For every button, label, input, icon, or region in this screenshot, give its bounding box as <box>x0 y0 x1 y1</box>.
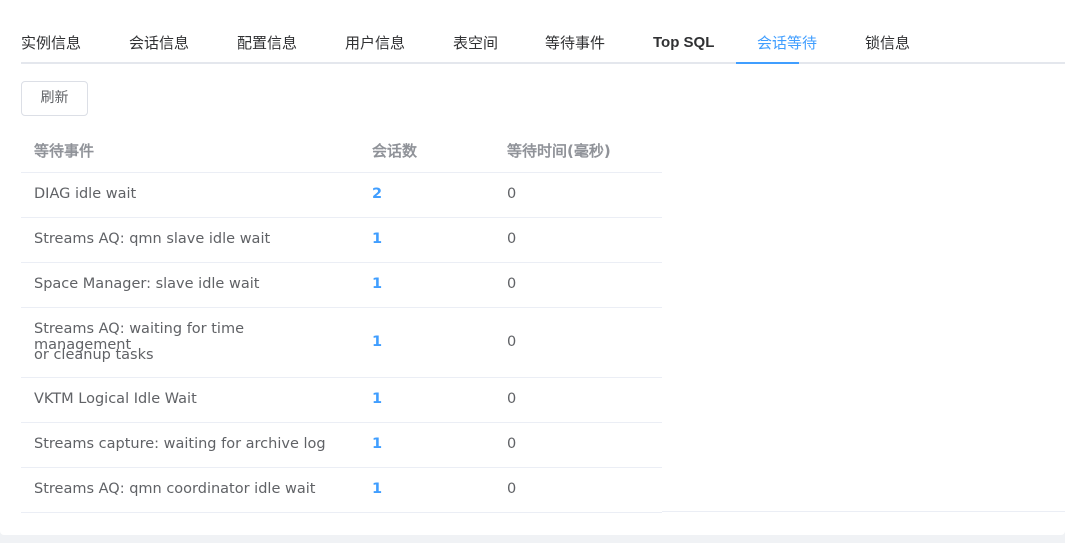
tab-top-sql[interactable]: Top SQL <box>653 24 714 64</box>
tab-lock-info[interactable]: 锁信息 <box>865 24 910 64</box>
table-row: DIAG idle wait 2 0 <box>21 173 662 218</box>
table-row: Streams AQ: qmn coordinator idle wait 1 … <box>21 468 662 513</box>
wait-time: 0 <box>507 436 517 452</box>
session-count-link[interactable]: 2 <box>372 186 382 202</box>
column-header-sessions: 会话数 <box>372 142 418 160</box>
wait-time: 0 <box>507 276 517 292</box>
tab-user-info[interactable]: 用户信息 <box>345 24 405 64</box>
table-row: Streams AQ: waiting for time management … <box>21 308 662 378</box>
table-row: Streams AQ: qmn slave idle wait 1 0 <box>21 218 662 263</box>
refresh-button[interactable]: 刷新 <box>21 81 88 116</box>
content-panel: 实例信息 会话信息 配置信息 用户信息 表空间 等待事件 Top SQL 会话等… <box>0 0 1065 535</box>
table-row: VKTM Logical Idle Wait 1 0 <box>21 378 662 423</box>
session-count-link[interactable]: 1 <box>372 391 382 407</box>
event-name: VKTM Logical Idle Wait <box>34 391 197 407</box>
tab-wait-events[interactable]: 等待事件 <box>545 24 605 64</box>
wait-time: 0 <box>507 391 517 407</box>
session-count-link[interactable]: 1 <box>372 481 382 497</box>
session-count-link[interactable]: 1 <box>372 334 382 350</box>
event-name: Streams AQ: qmn coordinator idle wait <box>34 481 316 497</box>
wait-time: 0 <box>507 481 517 497</box>
table-bottom-divider <box>662 511 1065 512</box>
event-name: Streams capture: waiting for archive log <box>34 436 326 452</box>
tab-session-wait[interactable]: 会话等待 <box>757 24 817 64</box>
session-count-link[interactable]: 1 <box>372 436 382 452</box>
active-tab-indicator <box>736 62 799 64</box>
event-name: Streams AQ: qmn slave idle wait <box>34 231 271 247</box>
wait-time: 0 <box>507 334 517 350</box>
session-count-link[interactable]: 1 <box>372 276 382 292</box>
table-row: Space Manager: slave idle wait 1 0 <box>21 263 662 308</box>
table-row: Streams capture: waiting for archive log… <box>21 423 662 468</box>
session-wait-table: 等待事件 会话数 等待时间(毫秒) DIAG idle wait 2 0 Str… <box>21 128 662 513</box>
tab-tablespace[interactable]: 表空间 <box>453 24 498 64</box>
tab-session-info[interactable]: 会话信息 <box>129 24 189 64</box>
wait-time: 0 <box>507 231 517 247</box>
wait-time: 0 <box>507 186 517 202</box>
column-header-wait-time: 等待时间(毫秒) <box>507 142 611 160</box>
event-name: Space Manager: slave idle wait <box>34 276 260 292</box>
tab-bar: 实例信息 会话信息 配置信息 用户信息 表空间 等待事件 Top SQL 会话等… <box>21 24 1065 64</box>
tab-instance-info[interactable]: 实例信息 <box>21 24 81 64</box>
tab-config-info[interactable]: 配置信息 <box>237 24 297 64</box>
event-name-continued: or cleanup tasks <box>34 347 154 363</box>
column-header-event: 等待事件 <box>34 142 95 160</box>
session-count-link[interactable]: 1 <box>372 231 382 247</box>
table-header-row: 等待事件 会话数 等待时间(毫秒) <box>21 128 662 173</box>
event-name: DIAG idle wait <box>34 186 137 202</box>
